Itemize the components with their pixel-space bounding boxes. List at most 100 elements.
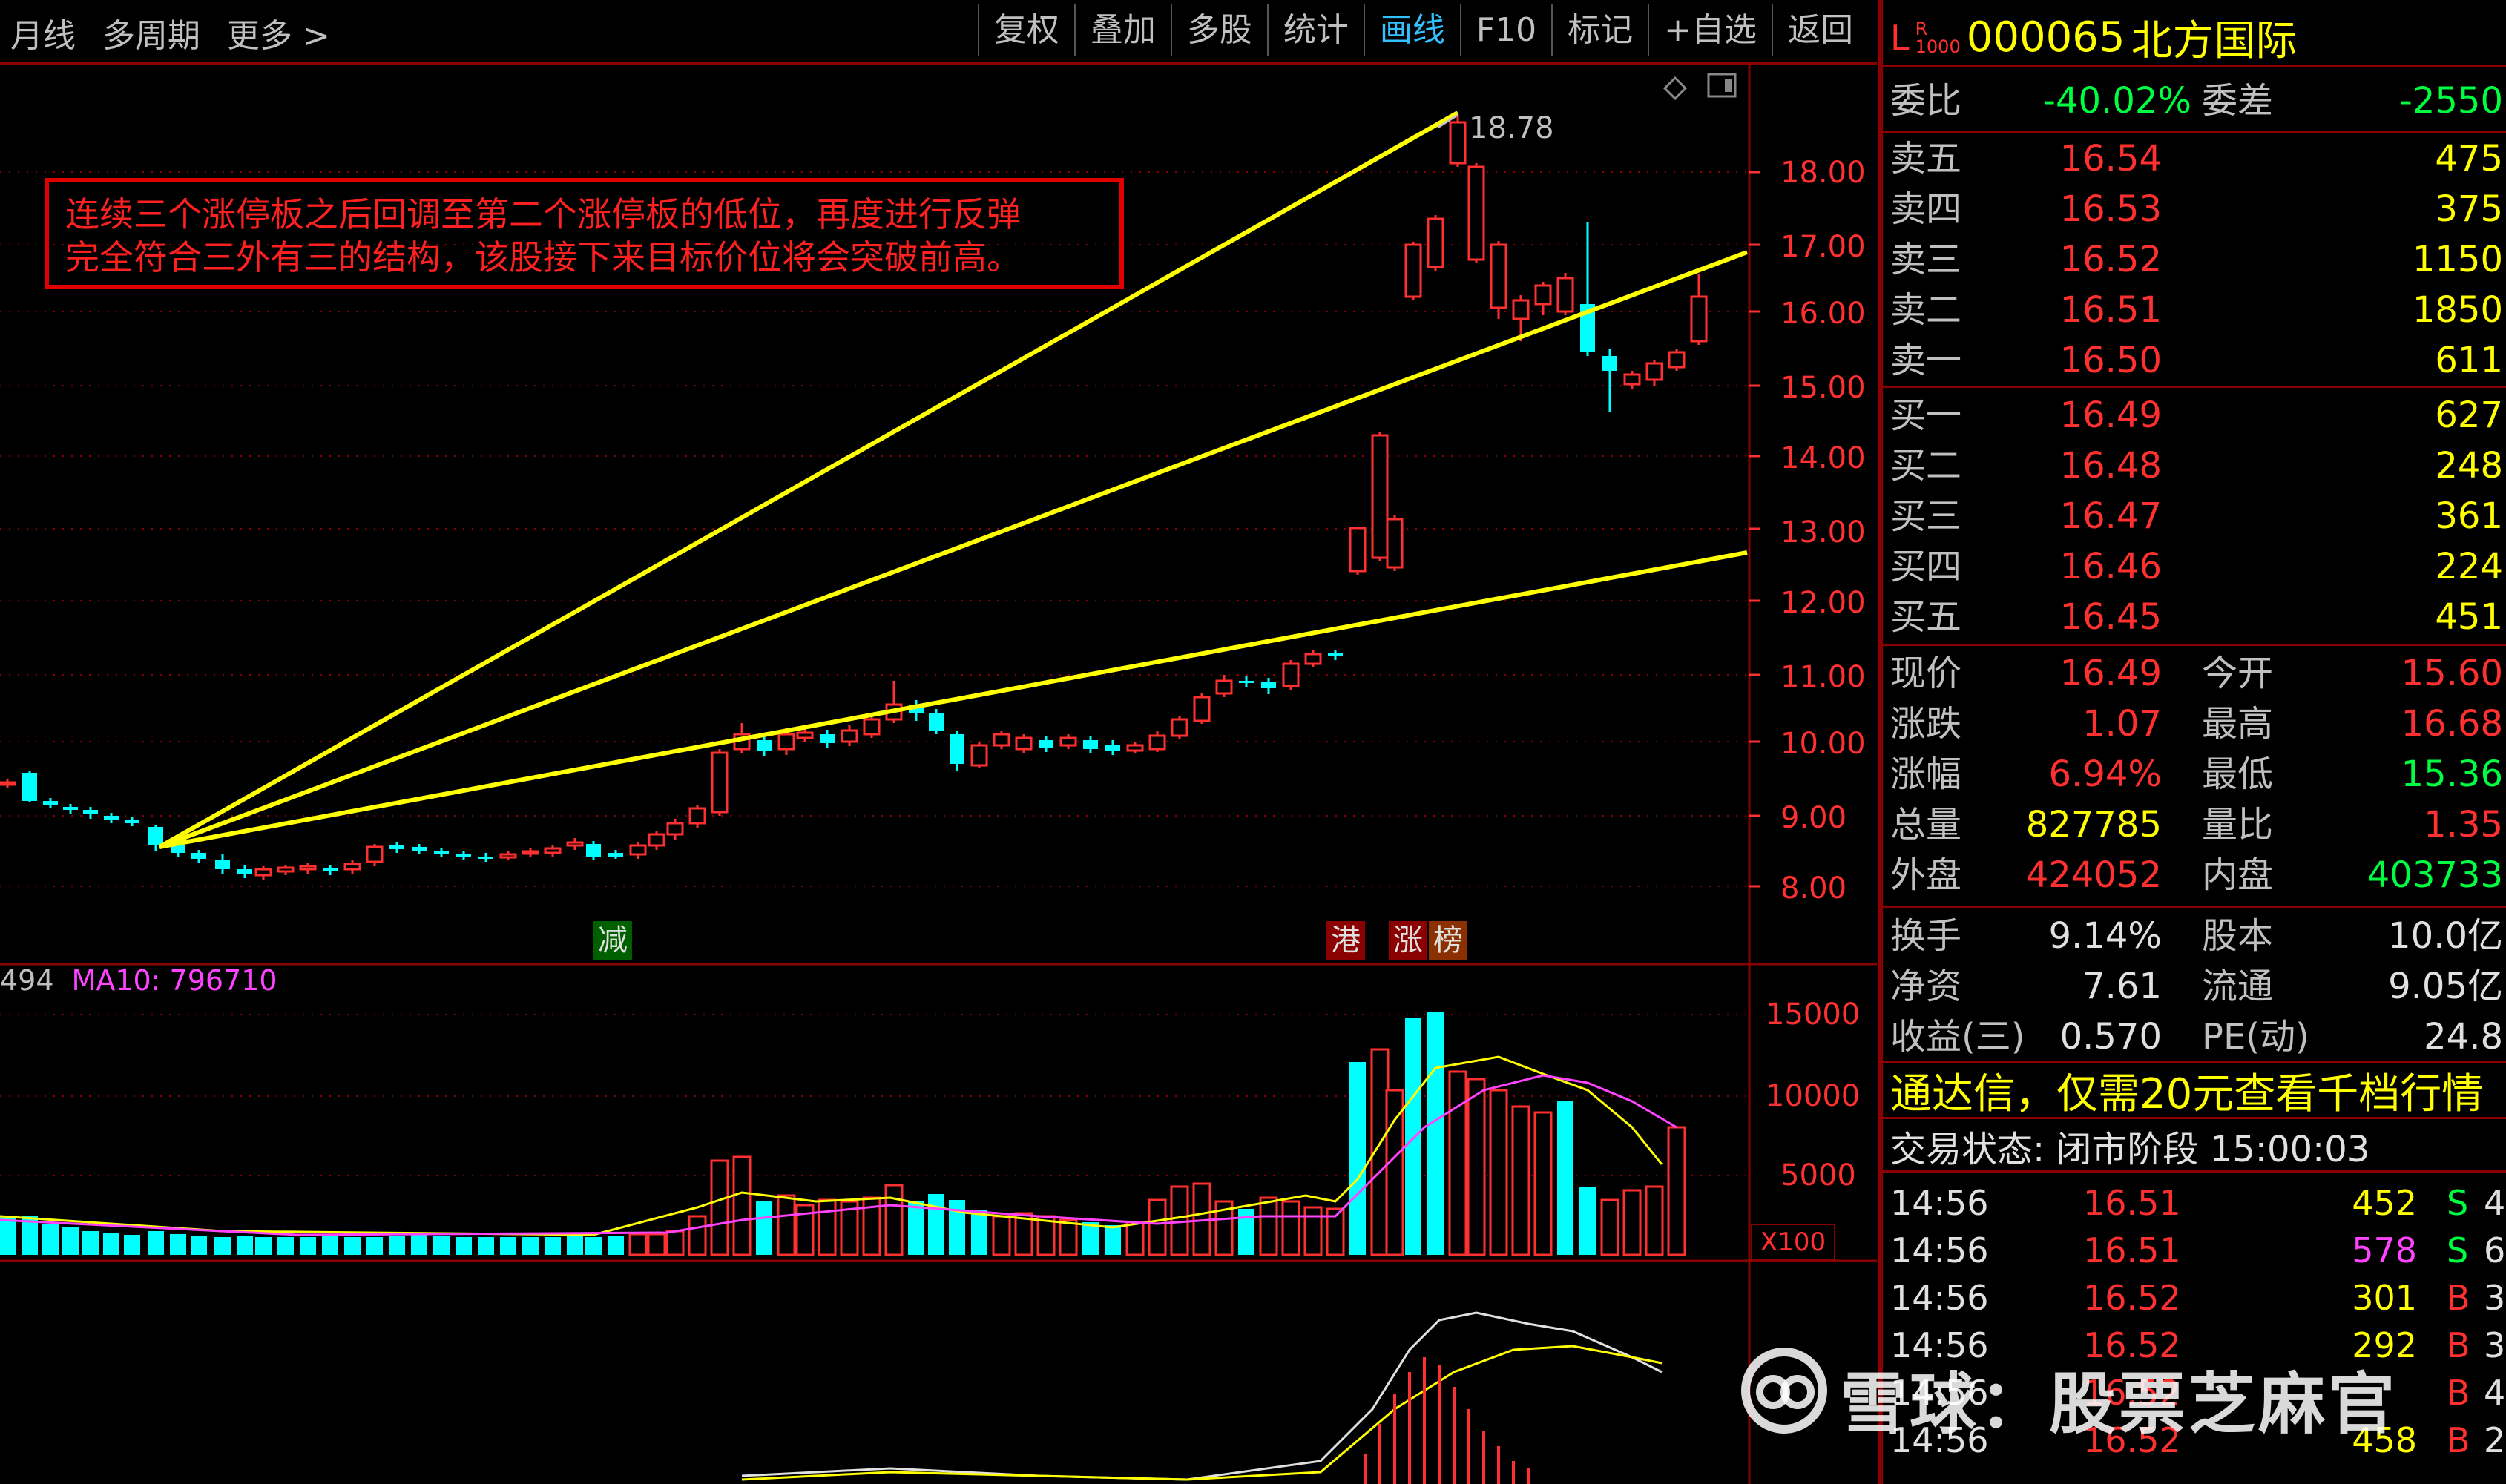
tick-side: B	[2447, 1373, 2470, 1413]
candle-body	[434, 851, 449, 854]
tick-price: 16.51	[2083, 1183, 2181, 1223]
limit-up-mark[interactable]: 涨	[1389, 921, 1427, 960]
ask-label: 卖二	[1890, 289, 1962, 331]
candle-body	[83, 810, 98, 814]
bid-row[interactable]: 买三 16.47 361	[1883, 491, 2506, 541]
volume-ma-legend: 494 MA10: 796710	[0, 964, 277, 997]
candle-body	[1126, 744, 1144, 752]
candle-body	[412, 847, 427, 851]
fundamental-row: 收益(三) 0.570 PE(动) 24.8	[1883, 1012, 2506, 1062]
ask-volume: 375	[2435, 188, 2503, 230]
bid-row[interactable]: 买二 16.48 248	[1883, 441, 2506, 491]
fundamental-row: 换手 9.14% 股本 10.0亿	[1883, 911, 2506, 961]
candle-body	[1215, 679, 1233, 695]
tick-side: S	[2447, 1230, 2469, 1270]
ask-row[interactable]: 卖五 16.54 475	[1883, 133, 2506, 184]
candle-body	[970, 744, 988, 767]
volume-bar	[82, 1231, 99, 1255]
price-axis-label: 12.00	[1780, 586, 1866, 620]
quote-label: 现价	[1890, 653, 1962, 694]
volume-bar	[1238, 1209, 1254, 1255]
candle-body	[1239, 681, 1254, 683]
ask-row[interactable]: 卖四 16.53 375	[1883, 184, 2506, 234]
volume-bar	[884, 1184, 904, 1256]
reduce-holding-mark[interactable]: 减	[593, 921, 632, 960]
hk-connect-mark[interactable]: 港	[1326, 921, 1365, 960]
volume-bar	[1385, 1089, 1404, 1256]
candle-body	[343, 863, 361, 871]
tick-count: 47	[2484, 1183, 2506, 1223]
xueqiu-logo-icon	[1741, 1348, 1827, 1434]
volume-bar	[124, 1235, 140, 1255]
volume-bar	[255, 1237, 272, 1255]
candle-body	[389, 845, 404, 849]
volume-bar	[389, 1236, 405, 1255]
r-tag-bottom: 1000	[1915, 36, 1961, 57]
candle-body	[1490, 243, 1507, 309]
volume-axis-label: 15000	[1766, 997, 1861, 1032]
tick-side: B	[2447, 1325, 2470, 1365]
fundamental-label: 净资	[1890, 966, 1962, 1007]
candle-body	[1623, 373, 1641, 386]
annotation-line-1: 连续三个涨停板之后回调至第二个涨停板的低位，再度进行反弹	[65, 194, 1021, 234]
ask-label: 卖五	[1890, 138, 1962, 179]
candle-body	[1645, 362, 1663, 381]
bid-label: 买四	[1890, 546, 1962, 587]
ask-volume: 611	[2435, 340, 2503, 381]
price-axis-label: 15.00	[1780, 371, 1866, 405]
volume-bar	[191, 1236, 207, 1255]
candle-body	[1449, 121, 1467, 165]
peak-price-label: 18.78	[1469, 111, 1554, 145]
volume-bar	[1622, 1189, 1642, 1256]
price-axis-label: 17.00	[1780, 230, 1866, 264]
bid-volume: 451	[2435, 596, 2503, 638]
volume-bar	[1148, 1198, 1167, 1256]
upgrade-ad-link[interactable]: 通达信，仅需20元查看千档行情	[1890, 1061, 2483, 1121]
volume-bar	[585, 1237, 602, 1255]
candle-body	[148, 827, 163, 845]
ask-row[interactable]: 卖一 16.50 611	[1883, 335, 2506, 386]
volume-bar	[322, 1236, 338, 1255]
volume-axis-label: 5000	[1780, 1158, 1856, 1193]
ask-price: 16.51	[2059, 289, 2162, 331]
volume-ma-value: 494	[0, 964, 54, 997]
bid-volume: 361	[2435, 495, 2503, 537]
candle-body	[22, 773, 37, 801]
bid-label: 买一	[1890, 395, 1962, 436]
fundamental-label: PE(动)	[2202, 1016, 2309, 1058]
candle-body	[1427, 217, 1444, 268]
ask-price: 16.50	[2059, 340, 2162, 381]
tick-time: 14:56	[1890, 1230, 1989, 1270]
ask-row[interactable]: 卖二 16.51 1850	[1883, 285, 2506, 335]
volume-bar	[103, 1233, 119, 1255]
stock-header: L R 1000 000065 北方国际	[1890, 7, 2298, 67]
volume-bar	[1281, 1200, 1300, 1256]
candle-body	[237, 869, 252, 874]
weibi-row: 委比 -40.02% 委差 -2550	[1883, 76, 2506, 126]
ask-row[interactable]: 卖三 16.52 1150	[1883, 234, 2506, 285]
volume-bar	[756, 1201, 772, 1255]
quote-row: 现价 16.49 今开 15.60	[1883, 648, 2506, 699]
fundamental-value: 0.570	[2059, 1016, 2162, 1058]
volume-bar	[1489, 1089, 1508, 1256]
volume-bar	[992, 1215, 1011, 1256]
bid-row[interactable]: 买五 16.45 451	[1883, 592, 2506, 642]
volume-bar	[949, 1200, 965, 1255]
volume-bar	[665, 1230, 685, 1256]
volume-bar	[1125, 1221, 1145, 1256]
candle-body	[1371, 434, 1389, 559]
volume-bar	[456, 1237, 472, 1255]
billboard-mark[interactable]: 榜	[1429, 921, 1467, 960]
bid-row[interactable]: 买一 16.49 627	[1883, 390, 2506, 441]
candle-body	[1602, 356, 1617, 371]
price-axis-label: 18.00	[1780, 156, 1866, 190]
fundamental-value: 24.8	[2424, 1016, 2503, 1058]
volume-bar	[1600, 1198, 1619, 1256]
tick-side: B	[2447, 1420, 2470, 1460]
fundamental-value: 7.61	[2082, 966, 2162, 1007]
candle-body	[1171, 718, 1188, 737]
candle-body	[125, 820, 139, 823]
volume-bar	[1667, 1126, 1686, 1256]
bid-row[interactable]: 买四 16.46 224	[1883, 541, 2506, 592]
candle-body	[586, 844, 601, 857]
